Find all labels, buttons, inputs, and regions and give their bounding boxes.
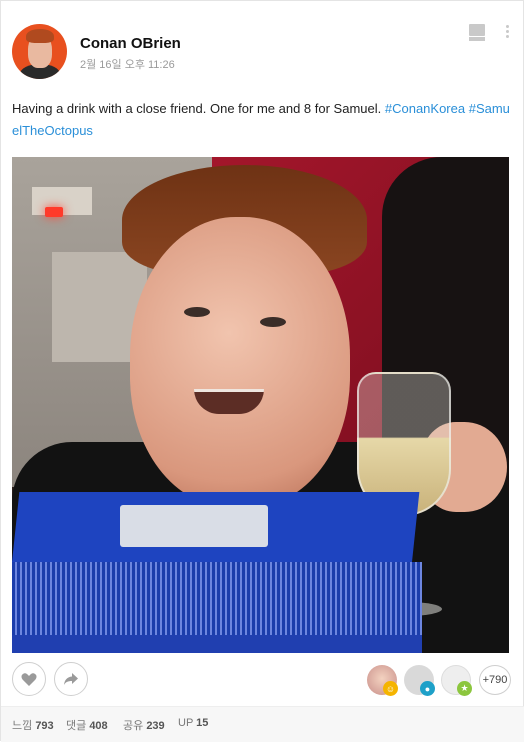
author-avatar[interactable] (12, 24, 67, 79)
star-reaction-icon: ★ (457, 681, 472, 696)
up-count: 15 (196, 717, 209, 729)
share-count: 239 (146, 720, 165, 732)
feel-stat[interactable]: 느낌 793 (12, 717, 54, 733)
tear-reaction-icon: ● (420, 681, 435, 696)
hashtag-link[interactable]: #ConanKorea (385, 101, 465, 116)
caption-text: Having a drink with a close friend. One … (12, 101, 385, 116)
post-card: Conan OBrien 2월 16일 오후 11:26 Having a dr… (0, 0, 524, 742)
author-name[interactable]: Conan OBrien (80, 35, 181, 52)
share-arrow-icon (64, 673, 78, 685)
share-label: 공유 (123, 720, 144, 732)
comment-count: 408 (89, 720, 108, 732)
more-options-icon[interactable] (506, 25, 510, 39)
post-caption: Having a drink with a close friend. One … (12, 98, 512, 142)
share-button[interactable] (54, 662, 88, 696)
comment-stat[interactable]: 댓글 408 (66, 717, 108, 733)
heart-icon (21, 672, 37, 686)
comment-label: 댓글 (66, 720, 87, 732)
post-timestamp[interactable]: 2월 16일 오후 11:26 (80, 56, 175, 72)
share-stat[interactable]: 공유 239 (123, 717, 165, 733)
like-button[interactable] (12, 662, 46, 696)
smile-reaction-icon: ☺ (383, 681, 398, 696)
bookmark-icon[interactable] (469, 23, 487, 41)
post-photo[interactable] (12, 157, 509, 653)
reaction-count-button[interactable]: +790 (479, 665, 511, 695)
up-stat[interactable]: UP 15 (178, 717, 208, 729)
feel-count: 793 (35, 720, 54, 732)
feel-label: 느낌 (12, 720, 33, 732)
up-label: UP (178, 717, 194, 729)
